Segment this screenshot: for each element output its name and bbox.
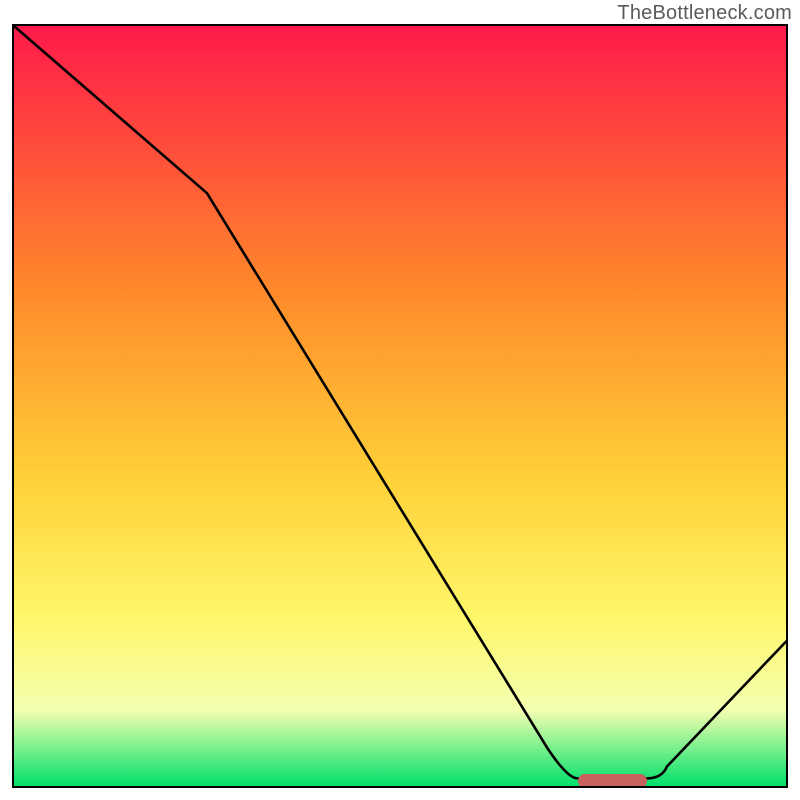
optimal-range-marker <box>578 774 647 788</box>
plot-frame <box>12 24 788 788</box>
bottleneck-curve <box>14 26 786 786</box>
chart-container: TheBottleneck.com <box>0 0 800 800</box>
watermark-text: TheBottleneck.com <box>617 2 792 25</box>
